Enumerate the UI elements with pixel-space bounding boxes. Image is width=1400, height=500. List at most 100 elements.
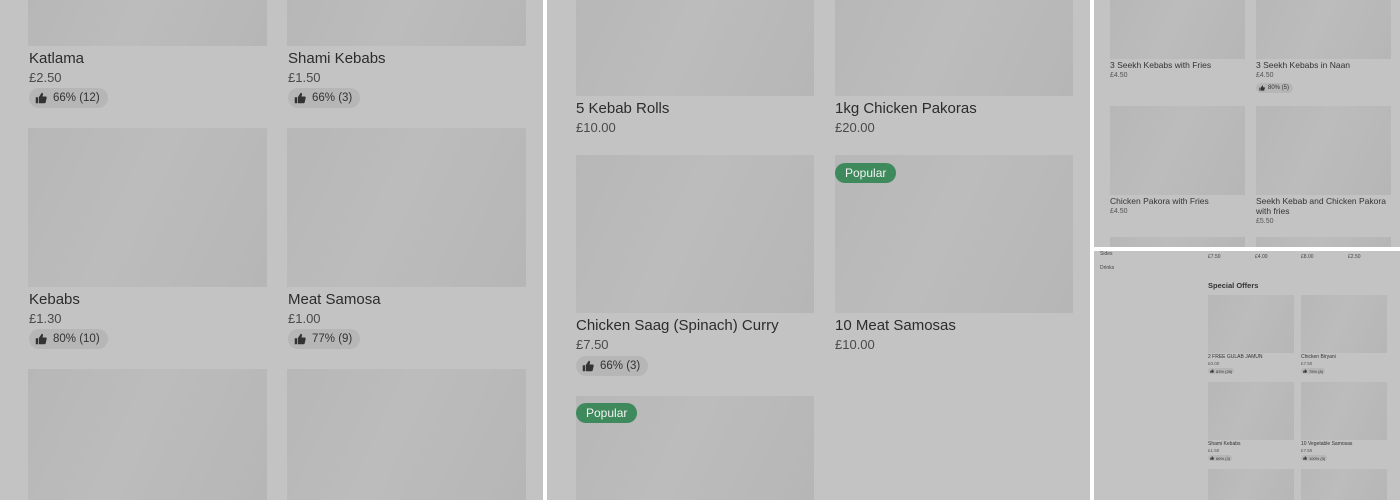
menu-panel-3: 3 Seekh Kebabs with Fries £4.50 3 Seekh …	[1094, 0, 1400, 247]
menu-item-card[interactable]: Popular 10 Meat Samosas £10.00	[835, 155, 1073, 355]
rating-text: 66% (3)	[312, 92, 353, 104]
menu-item-card[interactable]: Chicken Saag (Spinach) Curry £7.50 66% (…	[576, 155, 814, 380]
item-name: Kebabs	[29, 291, 80, 308]
menu-item-card[interactable]: Popular	[576, 396, 814, 500]
rating-badge: 66% (3)	[1208, 455, 1233, 461]
item-image	[1256, 237, 1391, 247]
item-image	[1208, 469, 1294, 500]
item-price: £0.00	[1208, 361, 1220, 366]
menu-item-card[interactable]	[1256, 237, 1391, 247]
menu-item-card[interactable]: 10 Vegetable Samosas £7.50 100% (3)	[1301, 382, 1387, 464]
thumbs-up-icon	[35, 92, 47, 104]
menu-item-card[interactable]: Chicken Biryani £7.50 75% (8)	[1301, 295, 1387, 377]
thumbs-up-icon	[1259, 85, 1265, 91]
rating-text: 66% (12)	[53, 92, 100, 104]
menu-item-card[interactable]: Chicken Pakora with Fries £4.50	[1110, 106, 1245, 218]
rating-text: 66% (3)	[600, 360, 641, 372]
item-price: £7.50	[1301, 448, 1313, 453]
section-title-special-offers: Special Offers	[1208, 281, 1259, 290]
sidebar-item-drinks[interactable]: Drinks	[1100, 265, 1114, 271]
menu-item-card[interactable]: Shami Kebabs £1.50 66% (3)	[1208, 382, 1294, 464]
item-name: Seekh Kebab and Chicken Pakora	[1256, 196, 1386, 206]
item-image	[287, 128, 526, 287]
menu-item-card[interactable]: Seekh Kebab and Chicken Pakora with frie…	[1256, 106, 1391, 228]
popular-badge: Popular	[576, 403, 638, 423]
rating-badge: 77% (9)	[288, 329, 361, 349]
rating-badge: 100% (3)	[1301, 455, 1328, 461]
item-image	[28, 0, 267, 46]
item-image	[576, 155, 814, 313]
popular-badge: Popular	[835, 163, 897, 183]
menu-item-card[interactable]	[287, 369, 526, 500]
item-image	[835, 0, 1073, 96]
item-image	[1256, 106, 1391, 195]
menu-item-card[interactable]: 5 Kebab Rolls £10.00	[576, 0, 814, 140]
rating-badge: 66% (3)	[576, 356, 649, 376]
rating-badge: 80% (10)	[29, 329, 108, 349]
item-price: £2.50	[1348, 254, 1361, 260]
item-price: £4.50	[1110, 208, 1128, 215]
thumbs-up-icon	[294, 333, 306, 345]
item-image	[287, 0, 526, 46]
item-price: £7.50	[1301, 361, 1313, 366]
item-name: 3 Seekh Kebabs in Naan	[1256, 60, 1351, 70]
rating-badge: 83% (28)	[1208, 368, 1235, 374]
item-image	[576, 0, 814, 96]
item-price: £10.00	[576, 120, 616, 135]
item-price: £7.50	[1208, 254, 1221, 260]
item-name: Shami Kebabs	[288, 50, 386, 67]
item-price: £1.50	[1208, 448, 1220, 453]
item-name: Shami Kebabs	[1208, 441, 1241, 447]
item-price: £8.00	[1301, 254, 1314, 260]
item-name: Chicken Saag (Spinach) Curry	[576, 317, 779, 334]
item-image	[1256, 0, 1391, 59]
item-image	[28, 369, 267, 500]
item-name: Meat Samosa	[288, 291, 381, 308]
thumbs-up-icon	[1303, 456, 1307, 460]
item-name: Chicken Biryani	[1301, 354, 1336, 360]
menu-item-card[interactable]: 2 FREE GULAB JAMUN £0.00 83% (28)	[1208, 295, 1294, 377]
thumbs-up-icon	[35, 333, 47, 345]
rating-text: 80% (5)	[1268, 85, 1290, 91]
item-image	[28, 128, 267, 287]
item-name: Katlama	[29, 50, 85, 67]
item-image	[1208, 382, 1294, 440]
item-image	[1110, 237, 1245, 247]
item-price: £4.00	[1255, 254, 1268, 260]
menu-item-card[interactable]	[1110, 237, 1245, 247]
rating-text: 100% (3)	[1309, 455, 1326, 461]
menu-panel-2: 5 Kebab Rolls £10.00 1kg Chicken Pakoras…	[547, 0, 1090, 500]
item-price: £2.50	[29, 70, 62, 85]
thumbs-up-icon	[582, 360, 594, 372]
rating-text: 75% (8)	[1309, 368, 1324, 374]
rating-badge: 80% (5)	[1256, 83, 1294, 93]
item-price: £7.50	[576, 337, 609, 352]
thumbs-up-icon	[1210, 456, 1214, 460]
item-price: £5.50	[1256, 218, 1274, 225]
item-image	[1110, 106, 1245, 195]
item-name: 2 FREE GULAB JAMUN	[1208, 354, 1263, 360]
thumbs-up-icon	[1210, 369, 1214, 373]
menu-item-card[interactable]: 3 Seekh Kebabs in Naan £4.50 80% (5)	[1256, 0, 1391, 95]
menu-item-card[interactable]	[1208, 469, 1294, 500]
item-price: £1.50	[288, 70, 321, 85]
sidebar-item-sides[interactable]: Sides	[1100, 251, 1113, 257]
thumbs-up-icon	[294, 92, 306, 104]
menu-item-card[interactable]: 1kg Chicken Pakoras £20.00	[835, 0, 1073, 140]
item-image	[287, 369, 526, 500]
item-price: £20.00	[835, 120, 875, 135]
rating-badge: 66% (12)	[29, 88, 108, 108]
menu-item-card[interactable]: Katlama £2.50 66% (12)	[28, 0, 267, 110]
item-name: 3 Seekh Kebabs with Fries	[1110, 60, 1212, 70]
item-name: 10 Vegetable Samosas	[1301, 441, 1353, 447]
menu-item-card[interactable]	[1301, 469, 1387, 500]
item-name: 10 Meat Samosas	[835, 317, 956, 334]
menu-item-card[interactable]: Kebabs £1.30 80% (10)	[28, 128, 267, 353]
menu-item-card[interactable]	[28, 369, 267, 500]
menu-panel-4: Sides Drinks £7.50 £4.00 £8.00 £2.50 Spe…	[1094, 251, 1400, 500]
menu-item-card[interactable]: Shami Kebabs £1.50 66% (3)	[287, 0, 526, 110]
menu-item-card[interactable]: 3 Seekh Kebabs with Fries £4.50	[1110, 0, 1245, 85]
menu-item-card[interactable]: Meat Samosa £1.00 77% (9)	[287, 128, 526, 353]
menu-panel-1: Katlama £2.50 66% (12) Shami Kebabs £1.5…	[0, 0, 543, 500]
thumbs-up-icon	[1303, 369, 1307, 373]
